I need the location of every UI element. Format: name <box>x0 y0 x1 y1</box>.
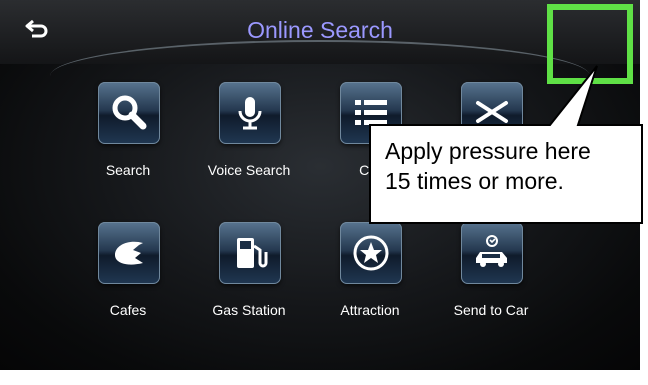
list-icon <box>355 100 387 125</box>
tile-label: Gas Station <box>212 302 286 318</box>
attraction-tile-icon-box <box>340 222 402 284</box>
star-icon <box>353 235 389 271</box>
search-tile-icon-box <box>98 82 160 144</box>
gas-station-tile[interactable]: Gas Station <box>179 222 319 352</box>
fuel-pump-icon <box>237 238 268 268</box>
callout-text: Apply pressure here 15 times or more. <box>385 136 645 196</box>
back-arrow-icon <box>25 19 48 38</box>
tile-label: Cafes <box>109 302 147 318</box>
callout-line-2: 15 times or more. <box>385 168 564 194</box>
tile-label: Voice Search <box>207 162 291 178</box>
callout-line-1: Apply pressure here <box>385 138 591 164</box>
back-button[interactable] <box>20 16 54 42</box>
header-bar: Online Search <box>0 0 640 64</box>
attraction-tile[interactable]: Attraction <box>300 222 440 352</box>
page-title: Online Search <box>247 17 393 43</box>
cafes-tile-icon-box <box>98 222 160 284</box>
search-tile[interactable]: Search <box>58 82 198 212</box>
cafes-tile[interactable]: Cafes <box>58 222 198 352</box>
car-icon <box>476 235 507 267</box>
fork-knife-icon <box>476 101 508 123</box>
voice-search-tile[interactable]: Voice Search <box>179 82 319 212</box>
tile-label: Attraction <box>340 302 400 318</box>
gas-station-tile-icon-box <box>219 222 281 284</box>
magnifier-icon <box>112 95 147 130</box>
microphone-icon <box>238 97 262 130</box>
send-to-car-tile-icon-box <box>461 222 523 284</box>
tile-label: Search <box>105 162 151 178</box>
send-to-car-tile[interactable]: Send to Car <box>421 222 561 352</box>
restaurants-tile-icon-box <box>461 82 523 144</box>
voice-search-tile-icon-box <box>219 82 281 144</box>
tile-label: Send to Car <box>453 302 529 318</box>
pressure-target-highlight <box>547 4 633 84</box>
categories-tile-icon-box <box>340 82 402 144</box>
croissant-icon <box>115 241 143 265</box>
